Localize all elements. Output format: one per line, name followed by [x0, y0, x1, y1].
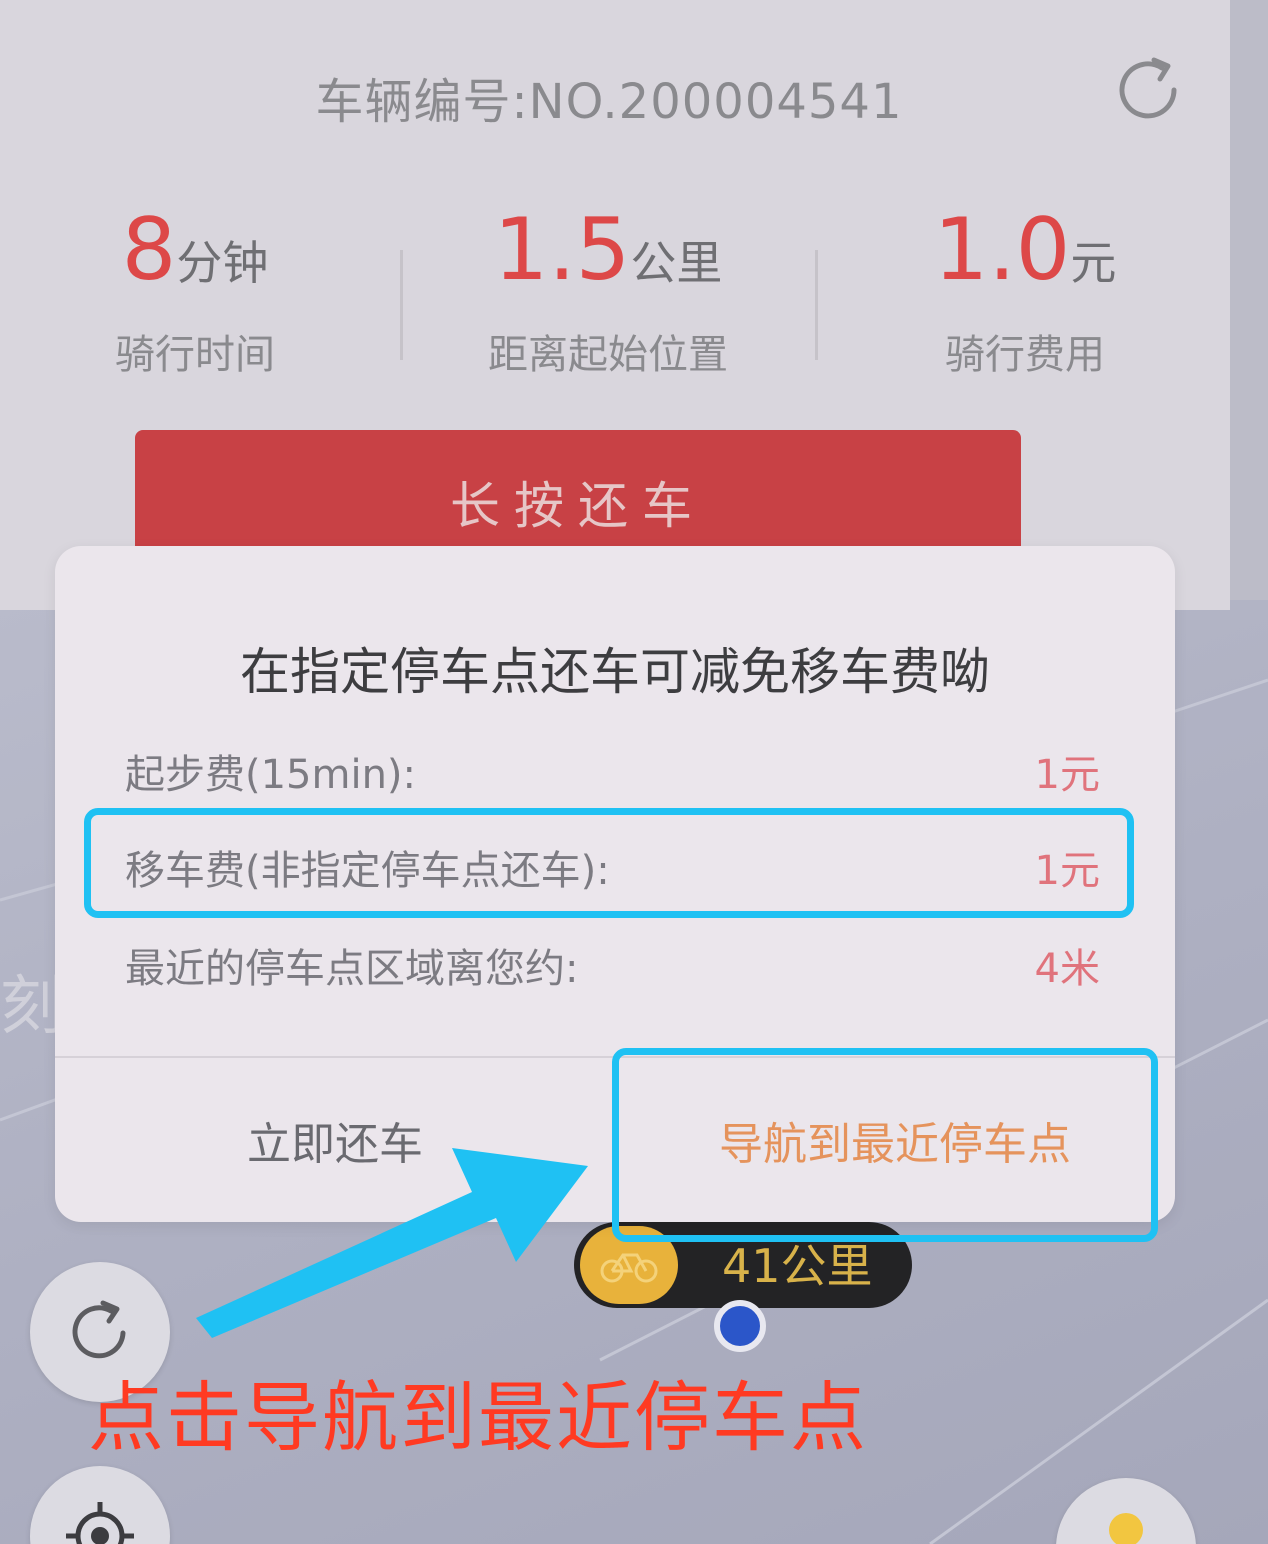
fee-label: 最近的停车点区域离您约: [125, 946, 579, 992]
fee-label: 起步费(15min): [125, 752, 417, 798]
ride-info-card: 车辆编号:NO.200004541 8分钟 骑行时间 1.5公里 距离起始位置 … [0, 0, 1230, 610]
vehicle-number: 车辆编号:NO.200004541 [315, 74, 903, 130]
stat-ride-time: 8分钟 骑行时间 [45, 200, 345, 380]
stat-value: 1.5 [493, 200, 631, 300]
fee-row-nearest: 最近的停车点区域离您约: 4米 [125, 936, 1100, 996]
stat-label: 距离起始位置 [488, 332, 728, 378]
stat-divider [815, 250, 818, 360]
pin-icon [1109, 1513, 1143, 1544]
long-press-return-button[interactable]: 长按还车 [135, 430, 1021, 560]
stat-label: 骑行费用 [945, 332, 1105, 378]
stat-label: 骑行时间 [115, 332, 275, 378]
stat-divider [400, 250, 403, 360]
fee-value: 1元 [1034, 752, 1100, 798]
refresh-icon[interactable] [1110, 52, 1186, 128]
stat-value: 8 [121, 200, 177, 300]
highlight-box-navigate [612, 1048, 1158, 1242]
highlight-box-move-fee [84, 808, 1134, 918]
stat-distance: 1.5公里 距离起始位置 [458, 200, 758, 380]
stat-value: 1.0 [933, 200, 1071, 300]
stat-unit: 公里 [630, 236, 723, 290]
stat-unit: 元 [1070, 236, 1117, 290]
stat-unit: 分钟 [176, 236, 269, 290]
locate-icon [66, 1502, 134, 1544]
stat-cost: 1.0元 骑行费用 [875, 200, 1175, 380]
dialog-title: 在指定停车点还车可减免移车费呦 [240, 643, 990, 701]
current-location-dot [714, 1300, 766, 1352]
return-now-button[interactable]: 立即还车 [55, 1058, 615, 1222]
fee-value: 4米 [1034, 946, 1100, 992]
fee-row-start: 起步费(15min): 1元 [125, 742, 1100, 802]
screen: 刻 车辆编号:NO.200004541 8分钟 骑行时间 1.5公里 距离起始位… [0, 0, 1268, 1544]
annotation-text: 点击导航到最近停车点 [88, 1373, 868, 1462]
